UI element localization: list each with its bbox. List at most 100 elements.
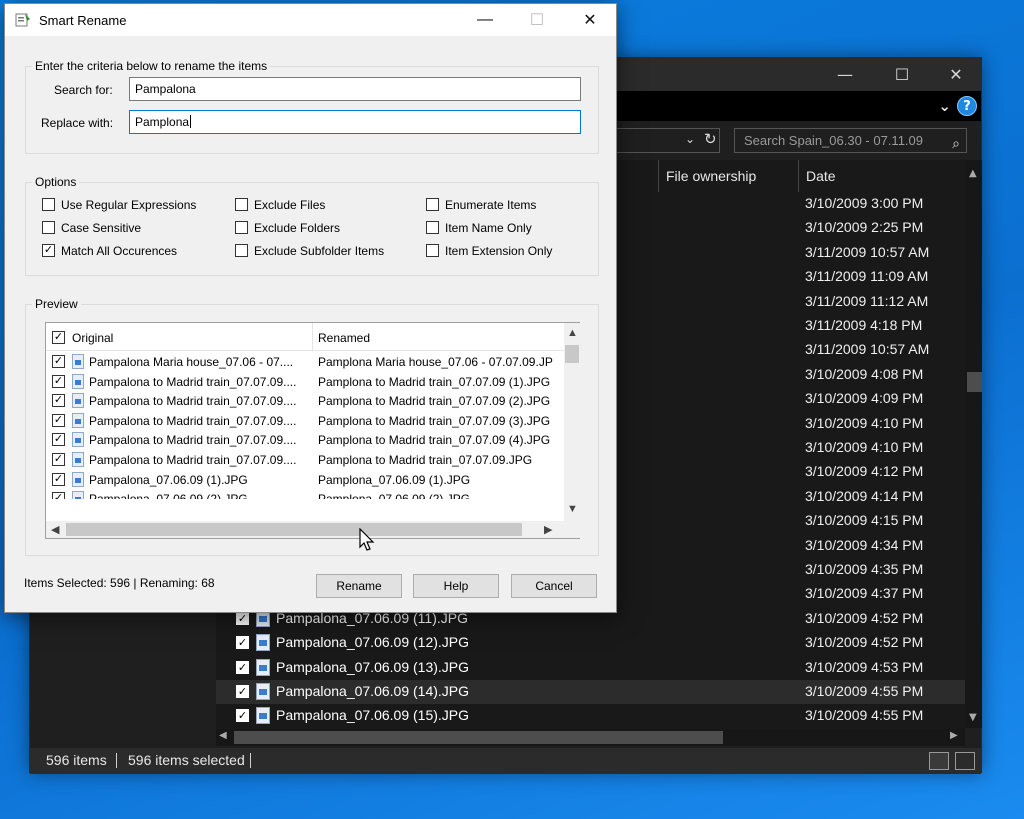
replace-label: Replace with: [41,116,114,130]
preview-row[interactable]: ✓ Pampalona to Madrid train_07.07.09.... P… [46,430,564,450]
scroll-down-icon[interactable]: ▼ [567,503,578,515]
file-date: 3/10/2009 4:10 PM [805,414,924,431]
search-input[interactable]: Search Spain_06.30 - 07.11.09 ⌕ [734,128,967,153]
explorer-close-button[interactable]: ✕ [933,58,979,91]
image-file-icon [256,634,270,652]
option-checkbox[interactable]: ✓ [42,244,55,257]
preview-vertical-scrollbar[interactable]: ▲ ▼ [564,323,580,521]
preview-row-checkbox[interactable]: ✓ [52,413,65,427]
cancel-button[interactable]: Cancel [511,574,597,598]
file-name: Pampalona_07.06.09 (14).JPG [276,683,470,699]
option-checkbox[interactable] [42,221,55,234]
file-checkbox[interactable]: ✓ [236,709,249,723]
image-file-icon [72,412,84,428]
file-name: Pampalona_07.06.09 (12).JPG [276,634,470,651]
file-list-horizontal-scrollbar[interactable]: ◀ ▶ [216,729,965,746]
preview-row[interactable]: ✓ Pampalona to Madrid train_07.07.09.... P… [46,411,564,431]
select-all-checkbox[interactable]: ✓ [52,331,65,344]
large-icons-view-icon[interactable] [955,752,975,770]
image-file-icon [72,373,84,389]
preview-row-checkbox[interactable]: ✓ [52,433,65,447]
file-row[interactable]: ✓ Pampalona_07.06.09 (12).JPG 3/10/2009 4:… [216,631,965,655]
column-header-file-ownership[interactable]: File ownership [658,160,798,192]
file-date: 3/10/2009 3:00 PM [805,195,924,211]
explorer-maximize-button[interactable]: ☐ [879,58,925,91]
option-checkbox[interactable] [426,244,439,257]
dialog-titlebar: Smart Rename — ☐ ✕ [5,4,616,36]
scroll-up-icon[interactable]: ▲ [567,327,578,339]
expand-ribbon-chevron-icon[interactable]: ⌄ [938,97,951,115]
details-view-icon[interactable] [929,752,949,770]
renamed-name: Pamplona to Madrid train_07.07.09 (3).JP… [318,413,551,428]
file-date: 3/11/2009 11:12 AM [805,292,929,309]
option-label: Enumerate Items [445,198,537,212]
horizontal-scroll-thumb[interactable] [234,731,723,744]
option-checkbox[interactable] [426,221,439,234]
file-date: 3/11/2009 10:57 AM [805,341,930,358]
help-icon[interactable]: ? [957,96,977,116]
preview-row-checkbox[interactable]: ✓ [52,394,65,408]
scroll-left-icon[interactable]: ◀ [219,730,227,741]
file-date: 3/10/2009 4:37 PM [805,585,924,602]
option-label: Use Regular Expressions [61,198,197,212]
replace-with-input[interactable]: Pamplona [129,110,581,134]
refresh-icon[interactable]: ↻ [704,130,717,148]
column-header-renamed[interactable]: Renamed [318,331,370,345]
option-checkbox[interactable] [42,198,55,211]
file-checkbox[interactable]: ✓ [236,685,249,698]
scroll-down-icon[interactable]: ▼ [969,712,977,723]
option-checkbox[interactable] [235,221,248,234]
file-date: 3/11/2009 11:09 AM [805,268,929,285]
preview-row[interactable]: ✓ Pampalona_07.06.09 (1).JPG Pamplona_07.0… [46,470,564,490]
preview-row[interactable]: ✓ Pampalona Maria house_07.06 - 07.... Pam… [46,352,564,372]
preview-horizontal-scrollbar[interactable]: ◀ ▶ [46,521,580,538]
scroll-left-icon[interactable]: ◀ [51,523,59,536]
preview-row-checkbox[interactable]: ✓ [52,374,65,388]
smart-rename-dialog: Smart Rename — ☐ ✕ Enter the criteria be… [4,3,617,613]
scroll-right-icon[interactable]: ▶ [950,730,958,741]
chevron-down-icon[interactable]: ⌄ [685,132,695,146]
preview-row-checkbox[interactable]: ✓ [52,453,65,466]
renamed-name: Pamplona_07.06.09 (1).JPG [318,472,471,487]
column-header-original[interactable]: Original [72,331,113,345]
image-file-icon [256,658,270,676]
preview-row-checkbox[interactable]: ✓ [52,492,65,500]
renamed-name: Pamplona to Madrid train_07.07.09 (4).JP… [318,433,551,448]
vertical-scroll-thumb[interactable] [967,372,982,392]
preview-row[interactable]: ✓ Pampalona to Madrid train_07.07.09.... P… [46,372,564,392]
preview-row-checkbox[interactable]: ✓ [52,355,65,368]
file-list-vertical-scrollbar[interactable]: ▲ ▼ [965,160,982,728]
image-file-icon [72,432,84,448]
dialog-minimize-button[interactable]: — [462,4,508,36]
preview-row[interactable]: ✓ Pampalona to Madrid train_07.07.09.... P… [46,391,564,411]
preview-horizontal-scroll-thumb[interactable] [66,523,522,536]
option-checkbox[interactable] [235,244,248,257]
file-date: 3/10/2009 4:14 PM [805,487,924,504]
original-name: Pampalona to Madrid train_07.07.09.... [89,374,297,389]
scroll-up-icon[interactable]: ▲ [969,168,977,179]
search-placeholder: Search Spain_06.30 - 07.11.09 [744,133,924,148]
file-checkbox[interactable]: ✓ [236,611,249,625]
rename-button[interactable]: Rename [316,574,402,598]
column-separator[interactable] [312,323,313,351]
preview-row[interactable]: ✓ Pampalona to Madrid train_07.07.09.... P… [46,450,564,470]
file-checkbox[interactable]: ✓ [236,660,249,674]
preview-row[interactable]: ✓ Pampalona_07.06.09 (2).JPG Pamplona_07.0… [46,489,564,500]
column-header-date[interactable]: Date [798,160,965,192]
file-checkbox[interactable]: ✓ [236,636,249,650]
option-checkbox[interactable] [426,198,439,211]
preview-row-checkbox[interactable]: ✓ [52,472,65,486]
help-button[interactable]: Help [413,574,499,598]
image-file-icon [72,471,84,487]
scroll-right-icon[interactable]: ▶ [544,523,552,536]
file-row[interactable]: ✓ Pampalona_07.06.09 (14).JPG 3/10/2009 4:… [216,680,965,704]
close-icon: ✕ [949,65,963,84]
file-row[interactable]: ✓ Pampalona_07.06.09 (15).JPG 3/10/2009 4:… [216,704,965,728]
file-row[interactable]: ✓ Pampalona_07.06.09 (13).JPG 3/10/2009 4:… [216,656,965,680]
search-for-input[interactable]: Pampalona [129,77,581,101]
option-checkbox[interactable] [235,198,248,211]
explorer-minimize-button[interactable]: — [822,58,868,91]
preview-vertical-scroll-thumb[interactable] [565,345,579,363]
dialog-close-button[interactable]: ✕ [567,4,613,36]
file-date: 3/11/2009 10:57 AM [805,243,930,260]
